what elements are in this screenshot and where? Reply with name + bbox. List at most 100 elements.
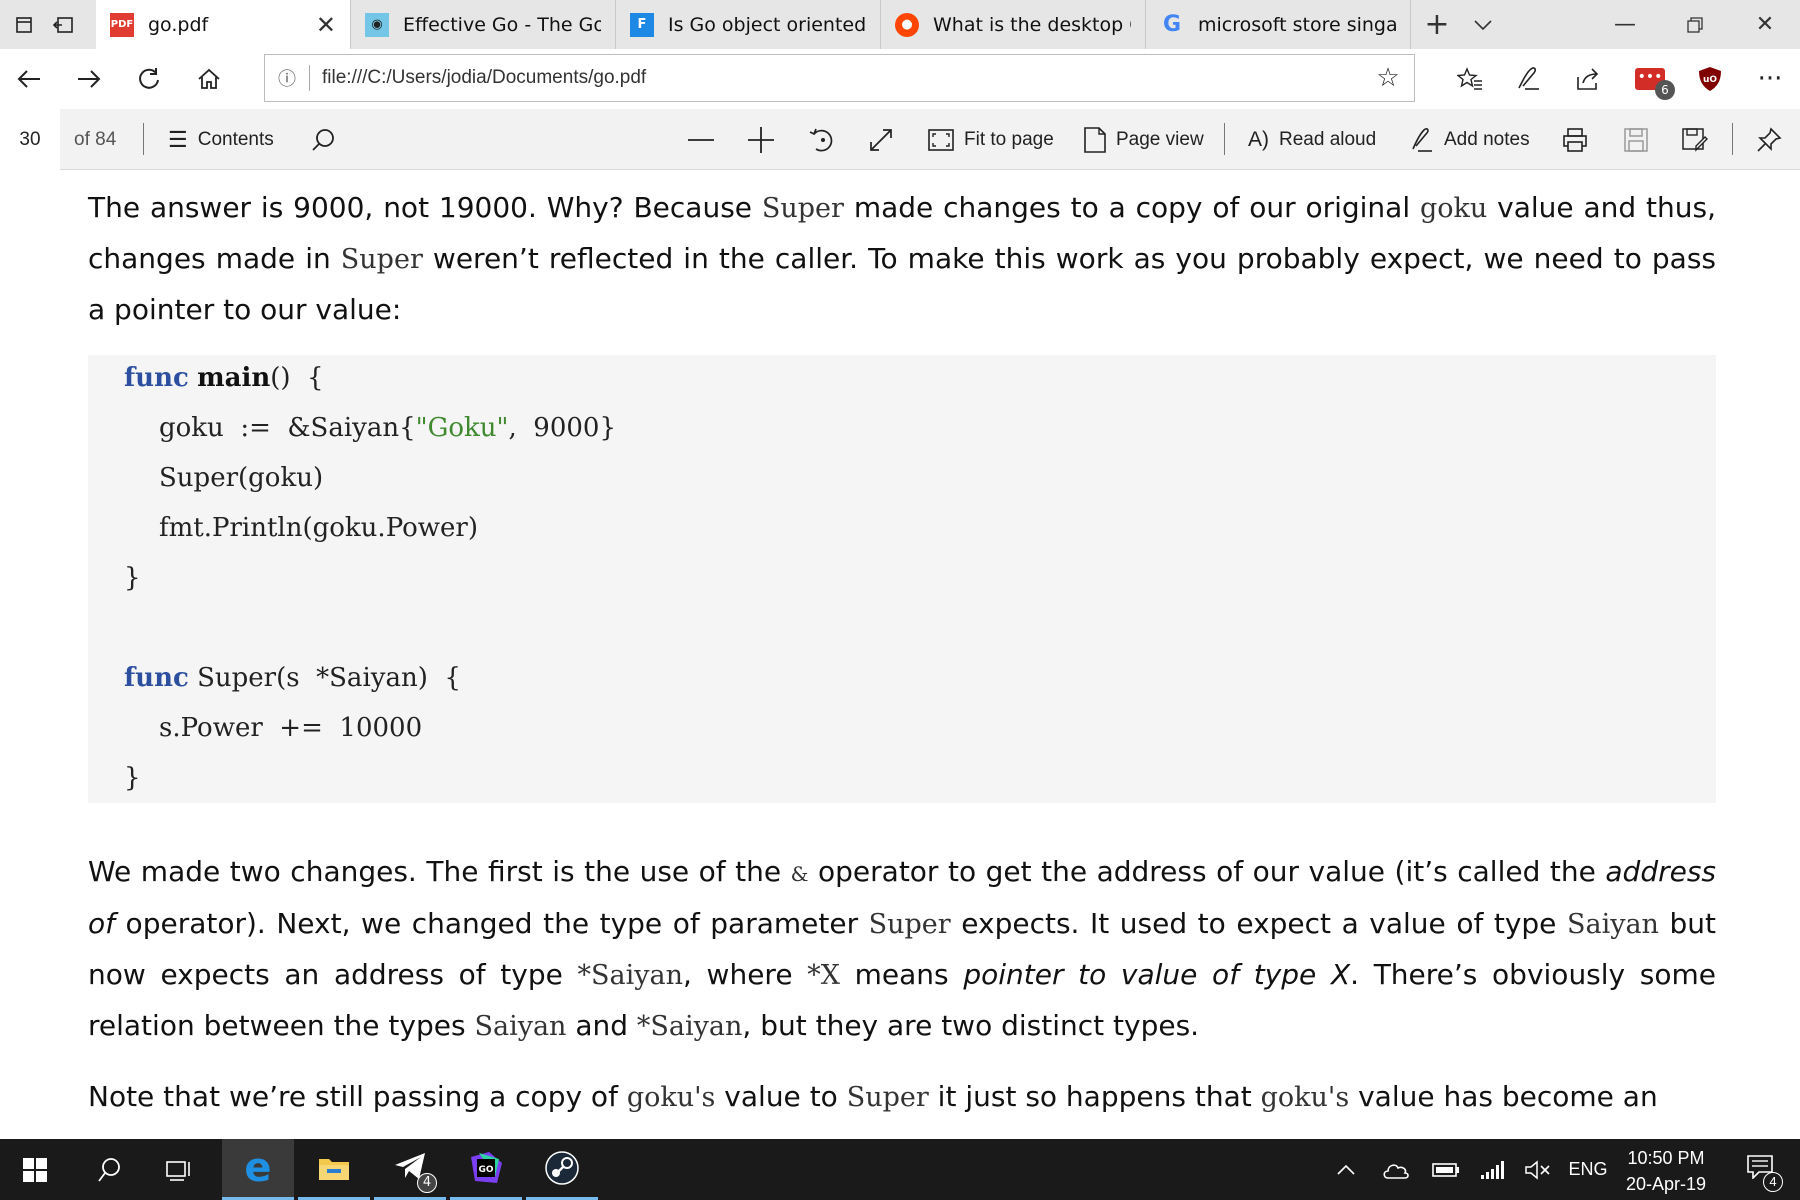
minus-icon [688,138,714,141]
gopher-icon: ◉ [365,12,389,37]
goland-app[interactable]: GO [450,1139,522,1200]
pdf-document[interactable]: The answer is 9000, not 19000. Why? Beca… [0,171,1800,1139]
tab-reddit-desktop[interactable]: ● What is the desktop GL [881,0,1146,49]
code-block: func main() { goku := &Saiyan{"Goku", 90… [88,355,1716,803]
volume-muted-icon [1525,1159,1550,1180]
language-indicator[interactable]: ENG [1562,1139,1614,1200]
code-text: goku := &Saiyan{ [159,413,416,443]
search-button[interactable] [310,109,336,170]
reddit-icon: ● [895,12,919,37]
pin-toolbar-button[interactable] [1756,109,1782,170]
contents-button[interactable]: ☰ Contents [168,109,274,170]
page-view-label: Page view [1116,128,1204,150]
text-run: made changes to a copy of our original [843,191,1420,224]
rotate-button[interactable] [808,109,836,170]
folder-icon [319,1159,349,1180]
restore-icon[interactable] [1660,0,1730,49]
save-as-button[interactable] [1682,109,1708,170]
print-button[interactable] [1562,109,1588,170]
file-explorer-app[interactable] [298,1139,370,1200]
chevron-down-icon[interactable] [1463,0,1503,49]
web-note-icon[interactable] [1500,49,1556,109]
edge-app[interactable]: e [222,1139,294,1200]
code-text: } [124,563,141,593]
new-tab-icon[interactable]: + [1411,0,1463,49]
show-hidden-icons[interactable] [1326,1139,1366,1200]
page-total: of 84 [74,109,116,170]
network-tray[interactable] [1470,1139,1514,1200]
favorite-star-icon[interactable]: ☆ [1362,63,1414,93]
code-line: } [124,563,141,593]
minimize-icon[interactable]: — [1590,0,1660,49]
page-view-button[interactable]: Page view [1084,109,1204,170]
page-number-input[interactable]: 30 [0,109,60,170]
paragraph-changes: We made two changes. The first is the us… [88,847,1716,1052]
clock[interactable]: 10:50 PM 20-Apr-19 [1610,1145,1722,1197]
action-center-button[interactable]: 4 [1730,1139,1790,1200]
tab-effective-go[interactable]: ◉ Effective Go - The Go P [351,0,616,49]
tab-microsoft-store[interactable]: G microsoft store singapc [1146,0,1411,49]
zoom-out-button[interactable] [688,109,714,170]
telegram-app[interactable]: 4 [374,1139,446,1200]
info-icon[interactable]: ⓘ [265,65,309,91]
windows-logo-icon [23,1157,47,1182]
code-text: } [124,763,141,793]
favorites-icon[interactable] [1442,49,1498,109]
clock-date: 20-Apr-19 [1625,1174,1707,1194]
back-icon[interactable] [0,49,58,109]
pin-icon [1757,126,1782,152]
contents-label: Contents [197,128,274,150]
code-line: func main() { [124,363,324,393]
tab-is-go-object-oriented[interactable]: F Is Go object oriented? [616,0,881,49]
toolbar-divider [1224,123,1225,155]
code-line: func Super(s *Saiyan) { [124,663,461,693]
tab-label: microsoft store singapc [1198,13,1396,36]
volume-tray[interactable] [1516,1139,1560,1200]
share-icon[interactable] [1560,49,1616,109]
ublock-icon[interactable]: uO [1682,49,1738,109]
text-run: and [566,1009,637,1042]
task-view-button[interactable] [146,1139,212,1200]
read-aloud-button[interactable]: A) Read aloud [1248,109,1376,170]
home-icon[interactable] [180,49,238,109]
more-options-icon[interactable]: ··· [1742,49,1798,109]
text-run: expects. It used to expect a value of ty… [950,907,1567,940]
fit-to-page-button[interactable]: Fit to page [928,109,1054,170]
save-button[interactable] [1624,109,1648,170]
save-icon [1624,127,1648,152]
extension-lastpass-icon[interactable]: ••• 6 [1622,49,1678,109]
plus-icon [748,126,774,153]
search-button[interactable] [76,1139,142,1200]
code-keyword: func [124,363,189,393]
close-window-icon[interactable]: ✕ [1730,0,1800,49]
add-notes-button[interactable]: Add notes [1410,109,1530,170]
google-icon: G [1162,12,1182,37]
text-run: The answer is 9000, not 19000. Why? Beca… [88,191,762,224]
code-text: , 9000} [508,413,617,443]
tab-bar: PDF go.pdf ✕ ◉ Effective Go - The Go P F… [0,0,1800,49]
close-tab-icon[interactable]: ✕ [316,11,336,39]
fullscreen-button[interactable] [868,109,894,170]
svg-text:GO: GO [478,1165,493,1175]
rotate-icon [809,128,833,151]
set-tabs-aside-icon[interactable] [44,0,82,49]
steam-app[interactable] [526,1139,598,1200]
code-text: s.Power += 10000 [159,713,423,743]
add-notes-label: Add notes [1444,128,1530,150]
edge-icon: e [244,1145,272,1191]
pen-icon [1412,127,1432,152]
tab-label: Effective Go - The Go P [403,13,601,36]
start-button[interactable] [0,1139,70,1200]
tab-preview-icon[interactable] [6,0,44,49]
tab-go-pdf[interactable]: PDF go.pdf ✕ [96,0,351,49]
battery-tray[interactable] [1424,1139,1468,1200]
f-icon: F [630,12,654,37]
refresh-icon[interactable] [120,49,178,109]
url-text[interactable]: file:///C:/Users/jodia/Documents/go.pdf [322,67,1362,89]
italic-text: pointer to value of type X [963,958,1351,991]
text-run: means [839,958,964,991]
address-field[interactable]: ⓘ file:///C:/Users/jodia/Documents/go.pd… [264,54,1415,102]
forward-icon[interactable] [60,49,118,109]
zoom-in-button[interactable] [748,109,774,170]
onedrive-tray[interactable] [1374,1139,1418,1200]
